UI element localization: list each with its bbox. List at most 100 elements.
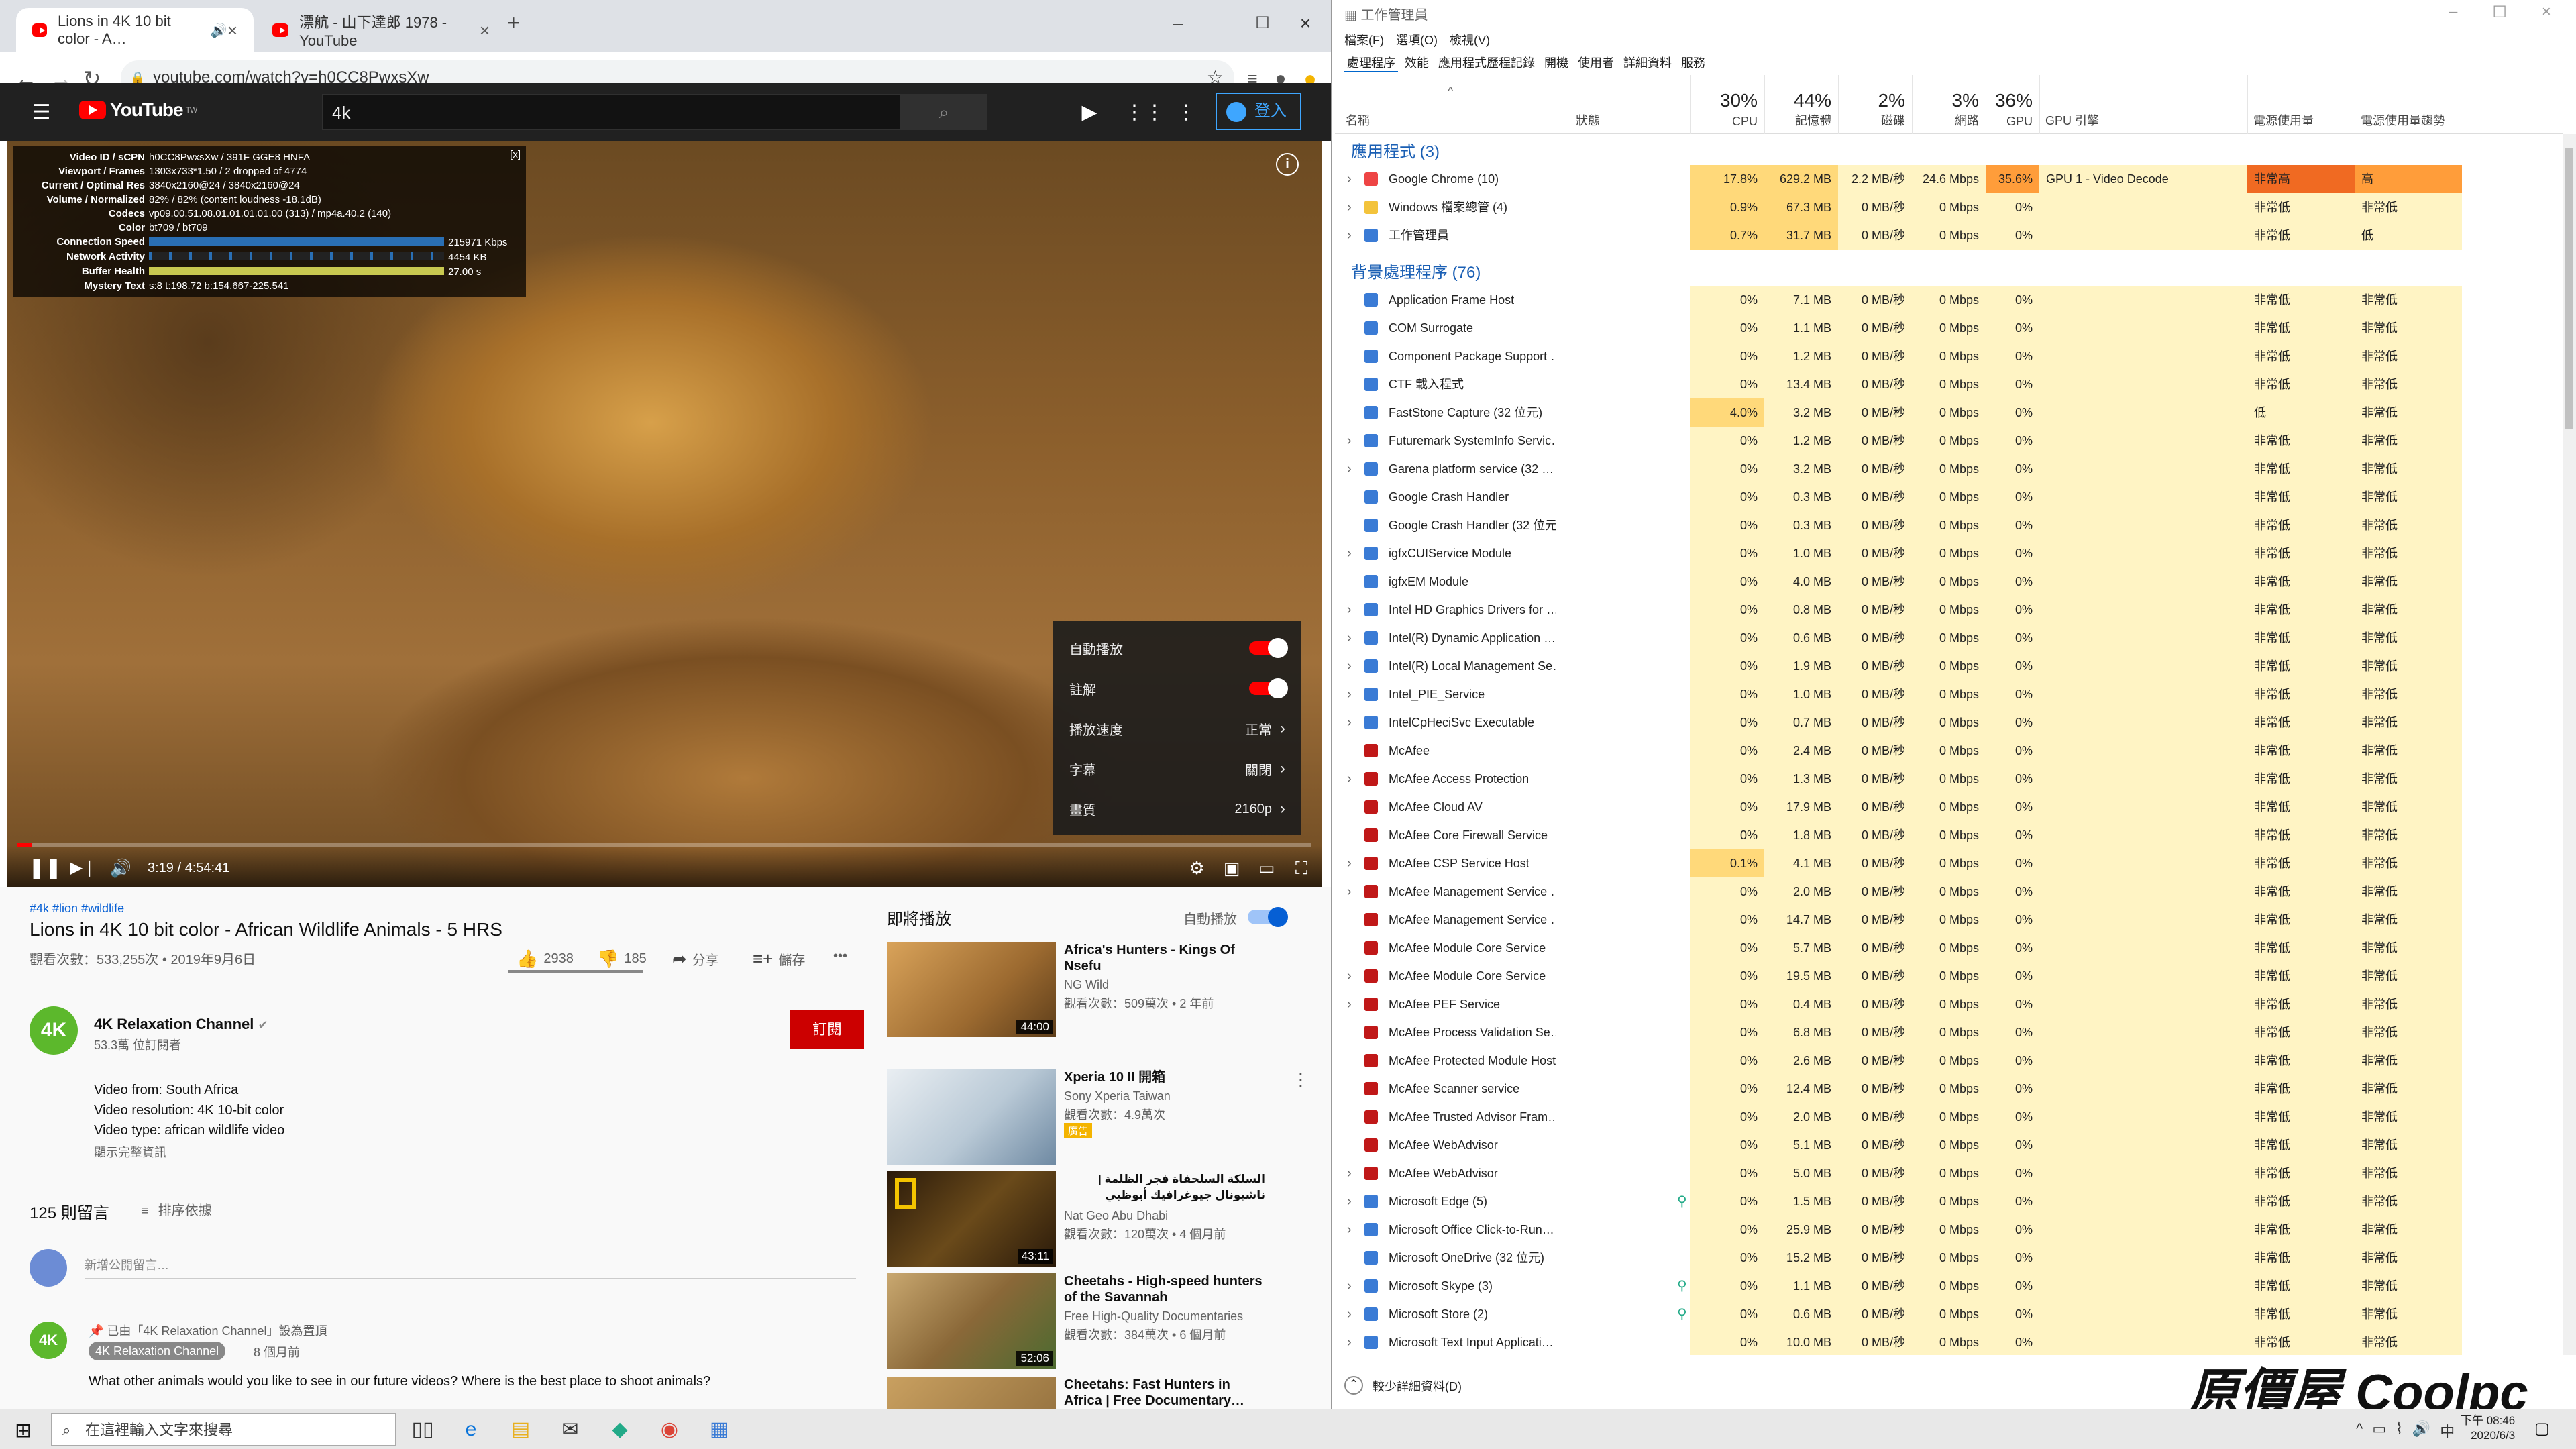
new-tab-button[interactable]: + xyxy=(507,11,520,36)
more-actions-button[interactable]: ••• xyxy=(833,949,847,964)
tab-startup[interactable]: 開機 xyxy=(1542,54,1571,72)
process-row[interactable]: › Garena platform service (32 … 0% 3.2 MB 0 … xyxy=(1335,455,2563,483)
menu-options[interactable]: 選項(O) xyxy=(1396,31,1438,48)
create-video-icon[interactable]: ▶ xyxy=(1076,99,1103,126)
expand-chevron-icon[interactable]: › xyxy=(1347,877,1352,906)
video-thumbnail[interactable]: 52:06 xyxy=(887,1273,1056,1368)
expand-chevron-icon[interactable]: › xyxy=(1347,849,1352,877)
subscribe-button[interactable]: 訂閱 xyxy=(790,1010,864,1049)
next-icon[interactable]: ▶❘ xyxy=(70,855,97,881)
video-thumbnail[interactable] xyxy=(887,1377,1056,1409)
autoplay-toggle[interactable] xyxy=(1248,907,1288,927)
process-row[interactable]: › Windows 檔案總管 (4) 0.9% 67.3 MB 0 MB/秒 0 Mbps… xyxy=(1335,193,2563,221)
recommended-video[interactable]: 44:00 Africa's Hunters - Kings Of Nsefu … xyxy=(887,942,1309,1042)
channel-name[interactable]: 4K Relaxation Channel ✔ xyxy=(94,1016,268,1033)
comment-author-badge[interactable]: 4K Relaxation Channel xyxy=(89,1342,226,1360)
expand-chevron-icon[interactable]: › xyxy=(1347,1159,1352,1187)
tab-services[interactable]: 服務 xyxy=(1678,54,1708,72)
process-row[interactable]: › Intel(R) Local Management Se… 0% 1.9 MB 0 … xyxy=(1335,652,2563,680)
video-player[interactable]: Video ID / sCPN h0CC8PwxsXw / 391F GGE8 H… xyxy=(7,141,1322,887)
col-power[interactable]: 電源使用量 xyxy=(2247,75,2355,134)
expand-chevron-icon[interactable]: › xyxy=(1347,1216,1352,1244)
close-tab-icon[interactable]: × xyxy=(227,20,237,41)
tab-users[interactable]: 使用者 xyxy=(1575,54,1617,72)
progress-bar[interactable] xyxy=(17,843,1311,847)
network-icon[interactable]: ⌇ xyxy=(2396,1420,2403,1442)
tab-performance[interactable]: 效能 xyxy=(1402,54,1432,72)
process-row[interactable]: Google Crash Handler 0% 0.3 MB 0 MB/秒 0 Mbps… xyxy=(1335,483,2563,511)
expand-chevron-icon[interactable]: › xyxy=(1347,539,1352,568)
expand-chevron-icon[interactable]: › xyxy=(1347,596,1352,624)
mail-icon[interactable]: ✉ xyxy=(557,1416,584,1443)
col-network[interactable]: 3% 網路 xyxy=(1912,75,1986,134)
setting-annotations[interactable]: 註解 xyxy=(1053,668,1301,708)
process-row[interactable]: igfxEM Module 0% 4.0 MB 0 MB/秒 0 Mbps 0% 非常低 非常… xyxy=(1335,568,2563,596)
process-row[interactable]: McAfee Cloud AV 0% 17.9 MB 0 MB/秒 0 Mbps 0% 非常… xyxy=(1335,793,2563,821)
pause-icon[interactable]: ❚❚ xyxy=(28,855,62,881)
miniplayer-icon[interactable]: ▣ xyxy=(1218,855,1245,881)
rec-title[interactable]: Cheetahs - High-speed hunters of the Sav… xyxy=(1064,1273,1265,1305)
col-status[interactable]: 狀態 xyxy=(1570,75,1690,134)
process-row[interactable]: › Microsoft Store (2) ⚲ 0% 0.6 MB 0 MB/秒 0 Mbp… xyxy=(1335,1300,2563,1328)
stats-close-button[interactable]: [x] xyxy=(510,149,521,160)
recommended-video[interactable]: Cheetahs: Fast Hunters in Africa | Free … xyxy=(887,1377,1309,1409)
process-row[interactable]: McAfee Trusted Advisor Fram… 0% 2.0 MB 0 MB… xyxy=(1335,1103,2563,1131)
expand-chevron-icon[interactable]: › xyxy=(1347,962,1352,990)
video-thumbnail[interactable]: 43:11 xyxy=(887,1171,1056,1267)
app-icon[interactable]: ◆ xyxy=(606,1416,633,1443)
setting-subtitles[interactable]: 字幕 關閉 › xyxy=(1053,749,1301,789)
chrome-icon[interactable]: ◉ xyxy=(656,1416,683,1443)
expand-chevron-icon[interactable]: › xyxy=(1347,1187,1352,1216)
channel-avatar[interactable]: 4K xyxy=(30,1006,78,1055)
chevron-up-icon[interactable]: ⌃ xyxy=(1344,1376,1363,1395)
edge-icon[interactable]: e xyxy=(458,1416,484,1443)
volume-icon[interactable]: 🔊 xyxy=(107,855,134,881)
fewer-details-link[interactable]: 較少詳細資料(D) xyxy=(1373,1377,1462,1395)
minimize-icon[interactable]: – xyxy=(2449,3,2457,22)
process-row[interactable]: Application Frame Host 0% 7.1 MB 0 MB/秒 0 Mb… xyxy=(1335,286,2563,314)
expand-chevron-icon[interactable]: › xyxy=(1347,455,1352,483)
expand-chevron-icon[interactable]: › xyxy=(1347,624,1352,652)
process-row[interactable]: McAfee 0% 2.4 MB 0 MB/秒 0 Mbps 0% 非常低 非常低 xyxy=(1335,737,2563,765)
expand-chevron-icon[interactable]: › xyxy=(1347,990,1352,1018)
close-window-icon[interactable]: × xyxy=(2542,3,2551,22)
process-row[interactable]: Microsoft OneDrive (32 位元) 0% 15.2 MB 0 MB/… xyxy=(1335,1244,2563,1272)
group-apps-header[interactable]: 應用程式 (3) xyxy=(1351,138,1440,162)
tab-processes[interactable]: 處理程序 xyxy=(1344,54,1398,72)
col-memory[interactable]: 44% 記憶體 xyxy=(1764,75,1838,134)
volume-icon[interactable]: 🔊 xyxy=(2412,1420,2430,1442)
file-explorer-icon[interactable]: ▤ xyxy=(507,1416,534,1443)
display-icon[interactable]: ▭ xyxy=(2372,1420,2386,1442)
autoplay-toggle[interactable] xyxy=(1249,638,1288,658)
process-row[interactable]: McAfee Management Service … 0% 14.7 MB 0 MB… xyxy=(1335,906,2563,934)
info-icon[interactable]: i xyxy=(1276,153,1299,176)
ime-indicator[interactable]: 中 xyxy=(2440,1420,2455,1442)
process-row[interactable]: › McAfee Management Service … 0% 2.0 MB 0 MB… xyxy=(1335,877,2563,906)
annotations-toggle[interactable] xyxy=(1249,678,1288,698)
maximize-icon[interactable]: ☐ xyxy=(2492,3,2507,22)
group-background-header[interactable]: 背景處理程序 (76) xyxy=(1351,259,1481,282)
sign-in-button[interactable]: 登入 xyxy=(1216,93,1301,130)
process-row[interactable]: › Intel HD Graphics Drivers for … 0% 0.8 MB… xyxy=(1335,596,2563,624)
scrollbar-thumb[interactable] xyxy=(2565,148,2573,429)
recommended-video[interactable]: 52:06 Cheetahs - High-speed hunters of t… xyxy=(887,1273,1309,1374)
setting-quality[interactable]: 畫質 2160p › xyxy=(1053,789,1301,829)
chevron-up-icon[interactable]: ^ xyxy=(2356,1420,2363,1442)
process-row[interactable]: › McAfee Module Core Service 0% 19.5 MB 0 MB… xyxy=(1335,962,2563,990)
rec-title[interactable]: Cheetahs: Fast Hunters in Africa | Free … xyxy=(1064,1377,1265,1409)
fullscreen-icon[interactable]: ⛶ xyxy=(1288,855,1315,881)
process-row[interactable]: McAfee Scanner service 0% 12.4 MB 0 MB/秒 0 M… xyxy=(1335,1075,2563,1103)
tab-active[interactable]: Lions in 4K 10 bit color - A… 🔊 × xyxy=(16,8,254,52)
process-row[interactable]: McAfee Core Firewall Service 0% 1.8 MB 0 MB… xyxy=(1335,821,2563,849)
col-power-trend[interactable]: 電源使用量趨勢 xyxy=(2355,75,2462,134)
notification-icon[interactable]: ▢ xyxy=(2534,1419,2550,1438)
col-name[interactable]: 名稱 xyxy=(1335,75,1570,134)
process-row[interactable]: McAfee Protected Module Host 0% 2.6 MB 0 MB… xyxy=(1335,1046,2563,1075)
search-input[interactable]: 4k xyxy=(322,94,900,130)
like-button[interactable]: 👍 2938 xyxy=(517,949,574,969)
tab-inactive[interactable]: 漂航 - 山下達郎 1978 - YouTube × xyxy=(256,8,506,52)
col-gpu[interactable]: 36% GPU xyxy=(1986,75,2039,134)
search-button[interactable]: ⌕ xyxy=(900,94,987,130)
col-gpu-engine[interactable]: GPU 引擎 xyxy=(2039,75,2247,134)
recommended-video-ad[interactable]: Xperia 10 II 開箱 Sony Xperia Taiwan 觀看次數：… xyxy=(887,1069,1309,1170)
